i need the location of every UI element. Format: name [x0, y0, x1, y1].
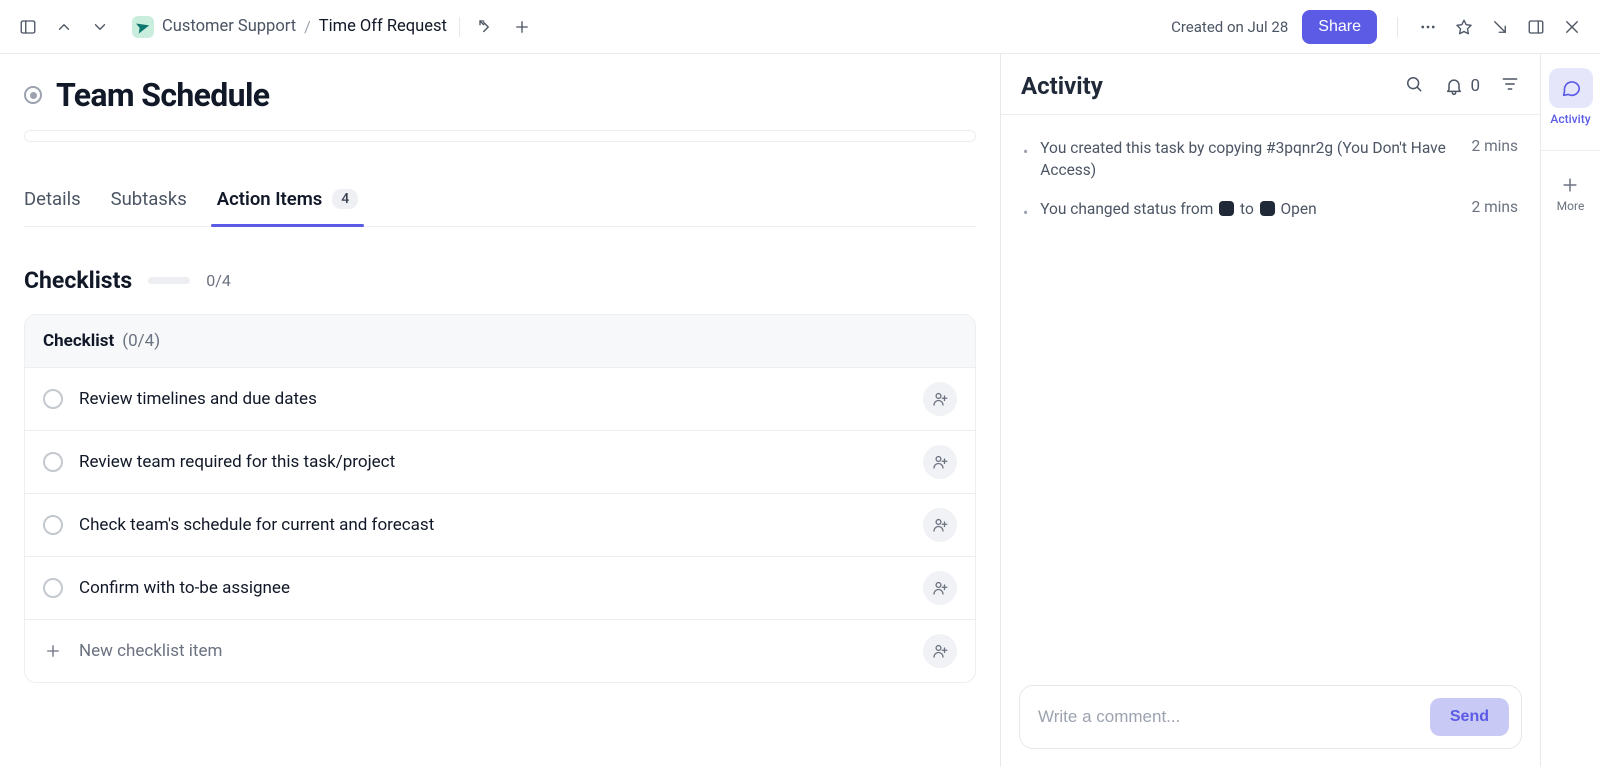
activity-entry-time: 2 mins: [1472, 198, 1518, 222]
favorite-button[interactable]: [1450, 13, 1478, 41]
status-chip-to: [1260, 201, 1275, 216]
assign-user-button[interactable]: [923, 508, 957, 542]
tab-action-items-badge: 4: [332, 189, 358, 209]
rail-activity-label: Activity: [1550, 112, 1590, 126]
tab-details[interactable]: Details: [24, 178, 81, 226]
divider: [1397, 17, 1398, 37]
send-button[interactable]: Send: [1430, 698, 1509, 736]
close-button[interactable]: [1558, 13, 1586, 41]
assign-user-button[interactable]: [923, 382, 957, 416]
activity-panel: Activity 0 • You created this task by co…: [1000, 54, 1540, 767]
checkbox-icon[interactable]: [43, 389, 63, 409]
breadcrumb-space[interactable]: Customer Support: [162, 17, 296, 36]
checklists-title: Checklists: [24, 267, 132, 294]
toggle-panel-button[interactable]: [1522, 13, 1550, 41]
created-on-label: Created on Jul 28: [1171, 18, 1288, 36]
activity-search-button[interactable]: [1404, 74, 1424, 98]
checklist-header[interactable]: Checklist (0/4): [25, 315, 975, 368]
assign-user-button[interactable]: [923, 634, 957, 668]
activity-notifications-button[interactable]: 0: [1444, 76, 1480, 96]
prev-task-button[interactable]: [50, 13, 78, 41]
top-bar: Customer Support / Time Off Request Crea…: [0, 0, 1600, 54]
checklist-item[interactable]: Review timelines and due dates: [25, 368, 975, 431]
checklist-item-label: Confirm with to-be assignee: [79, 578, 290, 598]
checklist-count: (0/4): [122, 331, 160, 351]
checklist-item[interactable]: Confirm with to-be assignee: [25, 557, 975, 620]
tab-action-items[interactable]: Action Items 4: [217, 178, 358, 226]
new-tab-button[interactable]: [508, 13, 536, 41]
rail-more-label: More: [1557, 199, 1585, 213]
checkbox-icon[interactable]: [43, 515, 63, 535]
tabs: Details Subtasks Action Items 4: [24, 178, 976, 227]
checklist-item-label: Review timelines and due dates: [79, 389, 317, 409]
plus-icon: [43, 641, 63, 661]
plus-icon: [1560, 175, 1580, 195]
status-chip-from: [1219, 201, 1234, 216]
activity-title: Activity: [1021, 72, 1103, 100]
assign-user-button[interactable]: [923, 571, 957, 605]
page-title[interactable]: Team Schedule: [56, 76, 269, 114]
checklist-name: Checklist: [43, 331, 114, 351]
status-indicator[interactable]: [24, 86, 42, 104]
activity-entry: • You changed status from to Open 2 mins: [1011, 190, 1530, 230]
checklist-item-label: Review team required for this task/proje…: [79, 452, 395, 472]
activity-feed: • You created this task by copying #3pqn…: [1001, 115, 1540, 673]
new-checklist-item-label: New checklist item: [79, 641, 222, 661]
breadcrumb-current[interactable]: Time Off Request: [319, 17, 447, 36]
next-task-button[interactable]: [86, 13, 114, 41]
checklist-item-label: Check team's schedule for current and fo…: [79, 515, 434, 535]
checklist-card: Checklist (0/4) Review timelines and due…: [24, 314, 976, 683]
breadcrumb: Customer Support / Time Off Request: [132, 16, 447, 38]
minimize-button[interactable]: [1486, 13, 1514, 41]
sidebar-toggle-button[interactable]: [14, 13, 42, 41]
main-content: Team Schedule Details Subtasks Action It…: [0, 54, 1000, 767]
rail-activity-tab[interactable]: Activity: [1549, 68, 1593, 126]
divider: [459, 17, 460, 37]
activity-entry-time: 2 mins: [1472, 137, 1518, 182]
checkbox-icon[interactable]: [43, 452, 63, 472]
checklist-item[interactable]: Check team's schedule for current and fo…: [25, 494, 975, 557]
breadcrumb-separator: /: [304, 17, 311, 36]
more-menu-button[interactable]: [1414, 13, 1442, 41]
tab-subtasks[interactable]: Subtasks: [111, 178, 187, 226]
checkbox-icon[interactable]: [43, 578, 63, 598]
notification-count: 0: [1470, 76, 1480, 96]
new-checklist-item[interactable]: New checklist item: [25, 620, 975, 682]
chat-icon: [1549, 68, 1593, 108]
rail-more-button[interactable]: More: [1557, 175, 1585, 213]
activity-entry: • You created this task by copying #3pqn…: [1011, 129, 1530, 190]
checklist-item[interactable]: Review team required for this task/proje…: [25, 431, 975, 494]
collapsed-fields-card[interactable]: [24, 130, 976, 142]
tab-action-items-label: Action Items: [217, 188, 323, 210]
assign-user-button[interactable]: [923, 445, 957, 479]
activity-filter-button[interactable]: [1500, 74, 1520, 98]
share-button[interactable]: Share: [1302, 10, 1377, 44]
comment-box: Send: [1019, 685, 1522, 749]
activity-entry-text: You created this task by copying #3pqnr2…: [1040, 137, 1459, 182]
checklists-progress-count: 0/4: [206, 271, 231, 290]
space-icon: [132, 16, 154, 38]
comment-input[interactable]: [1038, 707, 1420, 727]
checklists-progress-bar: [148, 277, 190, 284]
right-rail: Activity More: [1540, 54, 1600, 767]
bullet-icon: •: [1023, 143, 1028, 182]
activity-entry-text: You changed status from to Open: [1040, 198, 1459, 222]
bullet-icon: •: [1023, 204, 1028, 222]
move-task-button[interactable]: [472, 13, 500, 41]
